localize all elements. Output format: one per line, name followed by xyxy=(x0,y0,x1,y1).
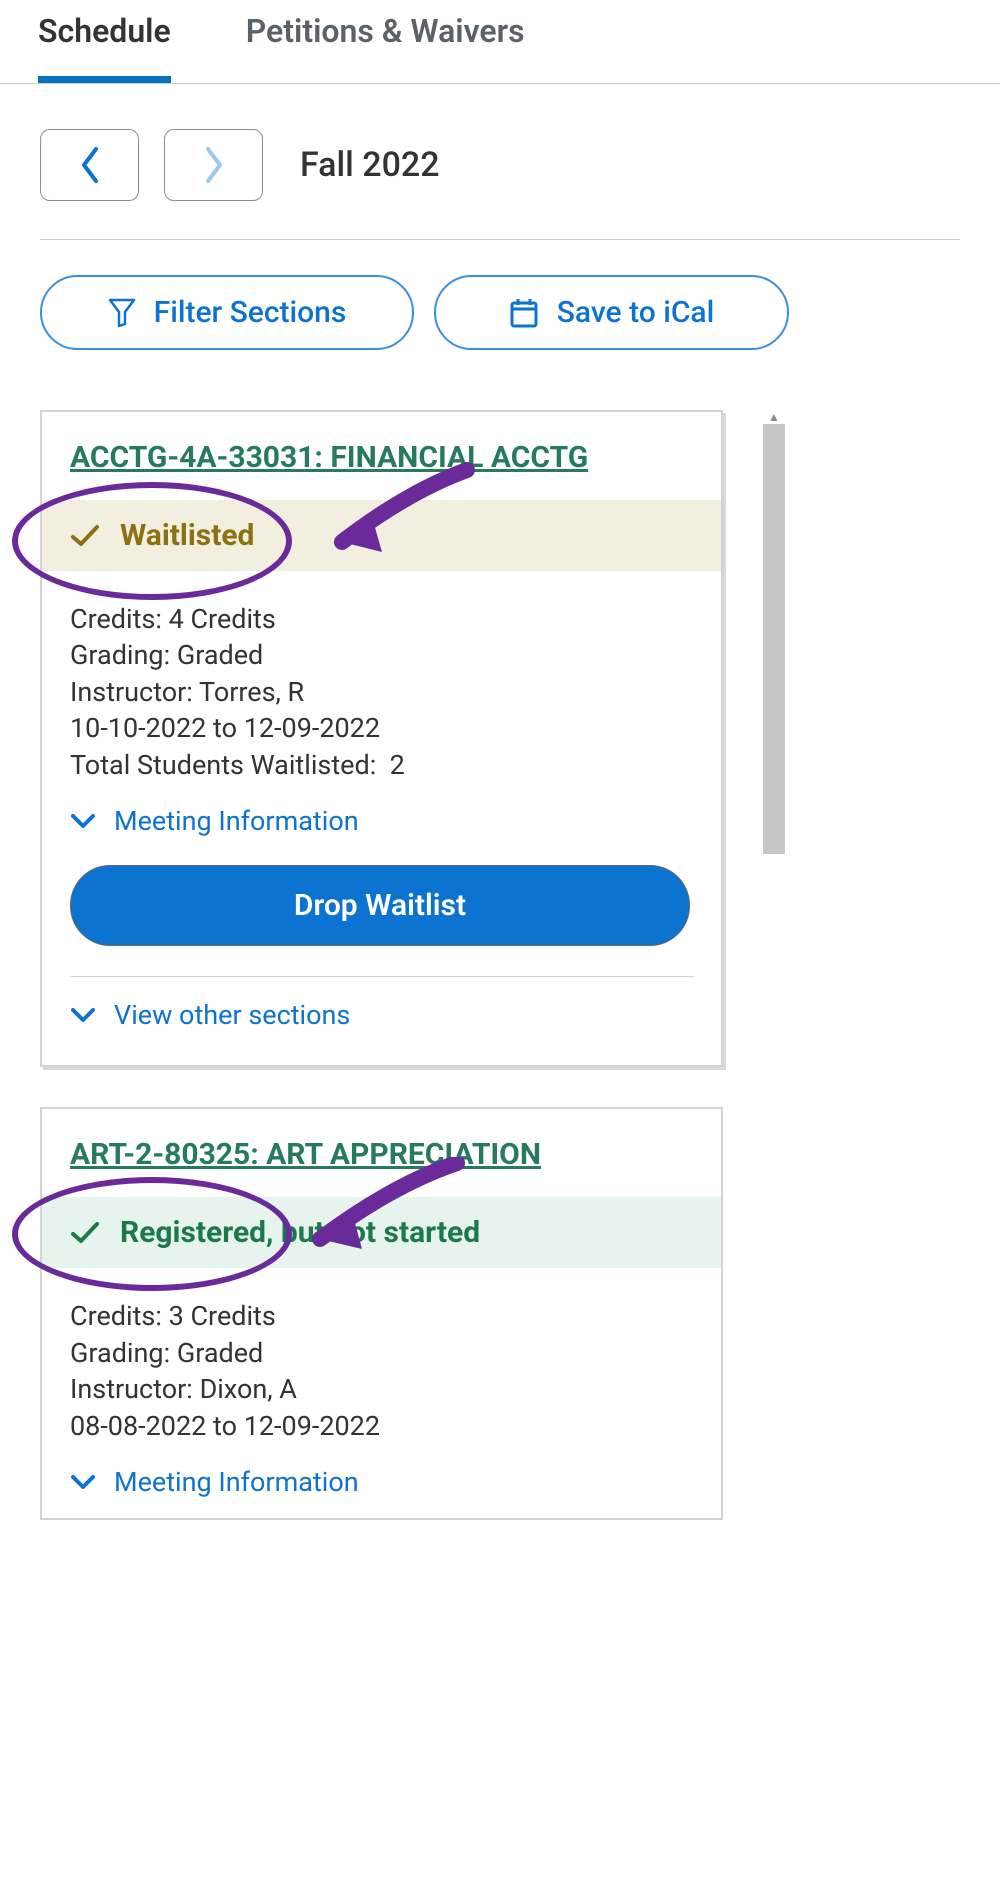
prev-term-button[interactable] xyxy=(40,129,139,201)
scroll-up-arrow[interactable]: ▲ xyxy=(768,410,780,424)
tab-petitions[interactable]: Petitions & Waivers xyxy=(246,0,525,83)
course-list-wrap: ACCTG-4A-33031: FINANCIAL ACCTG Waitlist… xyxy=(40,410,1000,1520)
chevron-down-icon xyxy=(70,1473,96,1491)
divider xyxy=(70,976,694,977)
chevron-right-icon xyxy=(202,145,226,185)
term-navigation: Fall 2022 xyxy=(0,84,1000,201)
tab-bar: Schedule Petitions & Waivers xyxy=(0,0,1000,84)
meeting-info-toggle[interactable]: Meeting Information xyxy=(70,1466,693,1498)
next-term-button[interactable] xyxy=(164,129,263,201)
filter-sections-button[interactable]: Filter Sections xyxy=(40,275,414,350)
status-text: Registered, but not started xyxy=(120,1215,480,1250)
term-label: Fall 2022 xyxy=(300,145,440,185)
action-bar: Filter Sections Save to iCal xyxy=(0,240,1000,350)
course-title-link[interactable]: ART-2-80325: ART APPRECIATION xyxy=(70,1137,693,1172)
drop-waitlist-button[interactable]: Drop Waitlist xyxy=(70,865,690,946)
filter-icon xyxy=(108,298,136,328)
scrollbar[interactable]: ▲ xyxy=(763,410,785,1520)
scrollbar-thumb[interactable] xyxy=(763,424,785,854)
view-other-sections-toggle[interactable]: View other sections xyxy=(70,999,693,1031)
course-details: Credits: 4 Credits Grading: Graded Instr… xyxy=(70,601,693,783)
calendar-icon xyxy=(509,297,539,329)
status-bar-waitlisted: Waitlisted xyxy=(42,500,721,571)
chevron-down-icon xyxy=(70,812,96,830)
check-icon xyxy=(70,524,100,548)
tab-schedule[interactable]: Schedule xyxy=(38,0,171,83)
course-card: ACCTG-4A-33031: FINANCIAL ACCTG Waitlist… xyxy=(40,410,723,1067)
course-details: Credits: 3 Credits Grading: Graded Instr… xyxy=(70,1298,693,1444)
filter-label: Filter Sections xyxy=(154,295,347,330)
check-icon xyxy=(70,1221,100,1245)
view-other-label: View other sections xyxy=(114,999,350,1031)
status-bar-registered: Registered, but not started xyxy=(42,1197,721,1268)
status-text: Waitlisted xyxy=(120,518,254,553)
course-list: ACCTG-4A-33031: FINANCIAL ACCTG Waitlist… xyxy=(40,410,723,1520)
meeting-info-toggle[interactable]: Meeting Information xyxy=(70,805,693,837)
course-title-link[interactable]: ACCTG-4A-33031: FINANCIAL ACCTG xyxy=(70,440,693,475)
meeting-info-label: Meeting Information xyxy=(114,805,359,837)
chevron-left-icon xyxy=(78,145,102,185)
ical-label: Save to iCal xyxy=(557,295,715,330)
meeting-info-label: Meeting Information xyxy=(114,1466,359,1498)
chevron-down-icon xyxy=(70,1006,96,1024)
course-card: ART-2-80325: ART APPRECIATION Registered… xyxy=(40,1107,723,1520)
save-ical-button[interactable]: Save to iCal xyxy=(434,275,789,350)
